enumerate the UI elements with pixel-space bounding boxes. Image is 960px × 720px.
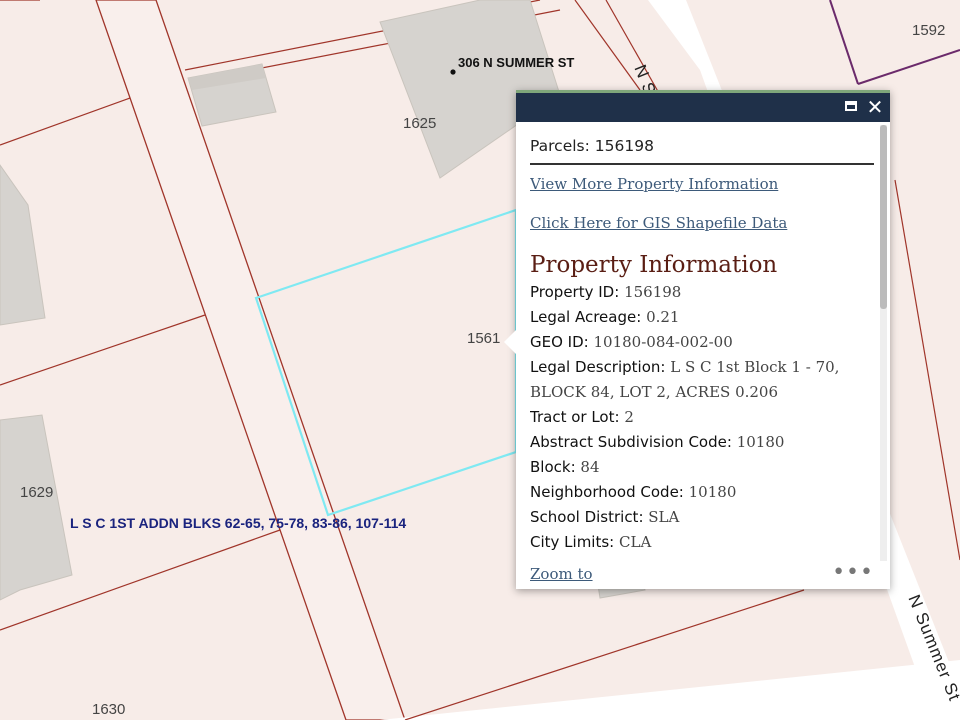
address-label: 306 N SUMMER ST (458, 55, 575, 70)
parcel-number-1561: 1561 (467, 330, 501, 347)
field-value: 10180 (688, 483, 737, 501)
field-legal-acreage: Legal Acreage: 0.21 (530, 305, 874, 330)
field-neighborhood-code: Neighborhood Code: 10180 (530, 480, 874, 505)
field-label: School District: (530, 508, 644, 526)
field-property-id: Property ID: 156198 (530, 280, 874, 305)
field-label: City Limits: (530, 533, 615, 551)
more-actions-icon[interactable]: ••• (832, 560, 874, 585)
scrollbar-thumb[interactable] (880, 125, 887, 309)
field-label: Neighborhood Code: (530, 483, 684, 501)
popup-pointer (504, 329, 517, 355)
parcel-number-1625: 1625 (403, 115, 437, 132)
field-value: 10180 (736, 433, 785, 451)
view-more-info-link[interactable]: View More Property Information (530, 175, 874, 193)
popup-title-value: 156198 (594, 137, 654, 155)
field-tract-or-lot: Tract or Lot: 2 (530, 405, 874, 430)
subdivision-label: L S C 1ST ADDN BLKS 62-65, 75-78, 83-86,… (70, 515, 407, 531)
close-icon[interactable]: ✕ (865, 97, 885, 117)
popup-title: Parcels: 156198 (530, 125, 874, 165)
field-city-limits: City Limits: CLA (530, 530, 874, 555)
field-value: 2 (624, 408, 634, 426)
parcel-number-1592: 1592 (912, 22, 946, 39)
field-legal-description: Legal Description: L S C 1st Block 1 - 7… (530, 355, 874, 405)
field-value: CLA (619, 533, 652, 551)
gis-shapefile-link[interactable]: Click Here for GIS Shapefile Data (530, 214, 874, 232)
field-value: 156198 (624, 283, 682, 301)
field-value: 10180-084-002-00 (593, 333, 733, 351)
popup-header: ✕ (516, 93, 890, 122)
field-label: Legal Description: (530, 358, 666, 376)
field-label: GEO ID: (530, 333, 589, 351)
zoom-to-link[interactable]: Zoom to (530, 565, 593, 583)
popup-title-label: Parcels: (530, 137, 590, 155)
popup-content[interactable]: Parcels: 156198 View More Property Infor… (530, 125, 874, 555)
popup-scrollbar[interactable] (880, 125, 887, 561)
parcel-number-1629: 1629 (20, 484, 54, 501)
field-label: Tract or Lot: (530, 408, 620, 426)
field-value: 84 (580, 458, 600, 476)
parcel-popup: ✕ Parcels: 156198 View More Property Inf… (504, 90, 890, 589)
section-heading: Property Information (530, 252, 778, 278)
field-geo-id: GEO ID: 10180-084-002-00 (530, 330, 874, 355)
popup-footer: Zoom to ••• (530, 560, 874, 587)
field-block: Block: 84 (530, 455, 874, 480)
address-point-icon (450, 69, 456, 75)
field-value: SLA (648, 508, 680, 526)
field-school-district: School District: SLA (530, 505, 874, 530)
parcel-number-1630: 1630 (92, 701, 126, 718)
field-value: 0.21 (646, 308, 680, 326)
field-label: Legal Acreage: (530, 308, 642, 326)
maximize-icon[interactable] (842, 97, 862, 117)
field-label: Property ID: (530, 283, 620, 301)
field-abstract-subdivision-code: Abstract Subdivision Code: 10180 (530, 430, 874, 455)
field-label: Block: (530, 458, 576, 476)
field-label: Abstract Subdivision Code: (530, 433, 732, 451)
